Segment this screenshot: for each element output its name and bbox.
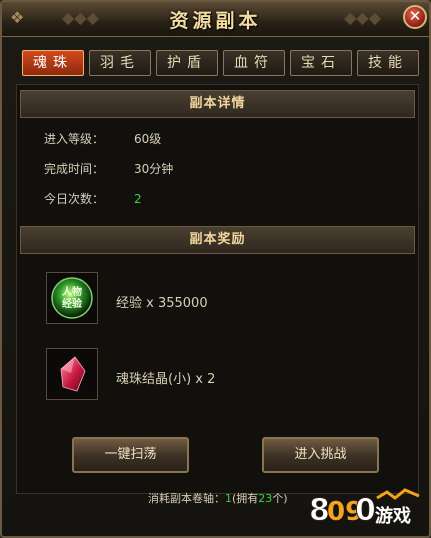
daily-count-row: 今日次数： 2 <box>44 190 142 207</box>
tab-shield[interactable]: 护盾 <box>156 50 218 76</box>
exp-orb-graphic: 人物 经验 <box>51 277 93 319</box>
red-crystal-graphic <box>60 356 86 392</box>
rewards-header: 副本奖励 <box>20 226 415 254</box>
scroll-cost-value: 1 <box>225 492 232 505</box>
exp-orb-icon[interactable]: 人物 经验 <box>46 272 98 324</box>
completion-time-value: 30分钟 <box>134 162 174 176</box>
close-button[interactable]: ✕ <box>403 5 427 29</box>
title-ornament-right-icon: ◆◆◆ <box>344 8 381 27</box>
svg-text:游戏: 游戏 <box>375 505 411 527</box>
tab-soul-pearl[interactable]: 魂珠 <box>22 50 84 76</box>
tab-blood-rune[interactable]: 血符 <box>223 50 285 76</box>
daily-count-label: 今日次数： <box>44 192 105 206</box>
enter-challenge-button[interactable]: 进入挑战 <box>262 437 379 473</box>
exp-reward-text: 经验 x 355000 <box>116 296 208 311</box>
completion-time-label: 完成时间： <box>44 162 105 176</box>
entry-level-value: 60级 <box>134 132 162 146</box>
scroll-owned-suffix: 个) <box>272 492 288 505</box>
scroll-cost-line: 消耗副本卷轴：1(拥有23个) <box>148 490 288 506</box>
watermark-logo: 8 09 0 游戏 <box>309 488 420 529</box>
completion-time-row: 完成时间： 30分钟 <box>44 160 173 177</box>
tab-skill[interactable]: 技能 <box>357 50 419 76</box>
entry-level-row: 进入等级： 60级 <box>44 130 161 147</box>
entry-level-label: 进入等级： <box>44 132 105 146</box>
svg-text:经验: 经验 <box>62 297 83 310</box>
sweep-button[interactable]: 一键扫荡 <box>72 437 189 473</box>
tab-feather[interactable]: 羽毛 <box>89 50 151 76</box>
title-bar: ❖ ◆◆◆ 资源副本 ◆◆◆ ✕ <box>2 2 429 37</box>
scroll-owned-value: 23 <box>258 492 273 505</box>
red-crystal-icon[interactable] <box>46 348 98 400</box>
scroll-cost-label: 消耗副本卷轴： <box>148 492 225 505</box>
daily-count-value: 2 <box>134 192 142 206</box>
scroll-owned-prefix: (拥有 <box>232 492 259 505</box>
resource-dungeon-window: ❖ ◆◆◆ 资源副本 ◆◆◆ ✕ 魂珠 羽毛 护盾 血符 宝石 技能 副本详情 … <box>0 0 431 538</box>
svg-text:0: 0 <box>355 493 376 528</box>
svg-text:人物: 人物 <box>62 285 82 298</box>
tab-gem[interactable]: 宝石 <box>290 50 352 76</box>
details-header: 副本详情 <box>20 90 415 118</box>
crystal-reward-text: 魂珠结晶(小) x 2 <box>116 372 216 387</box>
